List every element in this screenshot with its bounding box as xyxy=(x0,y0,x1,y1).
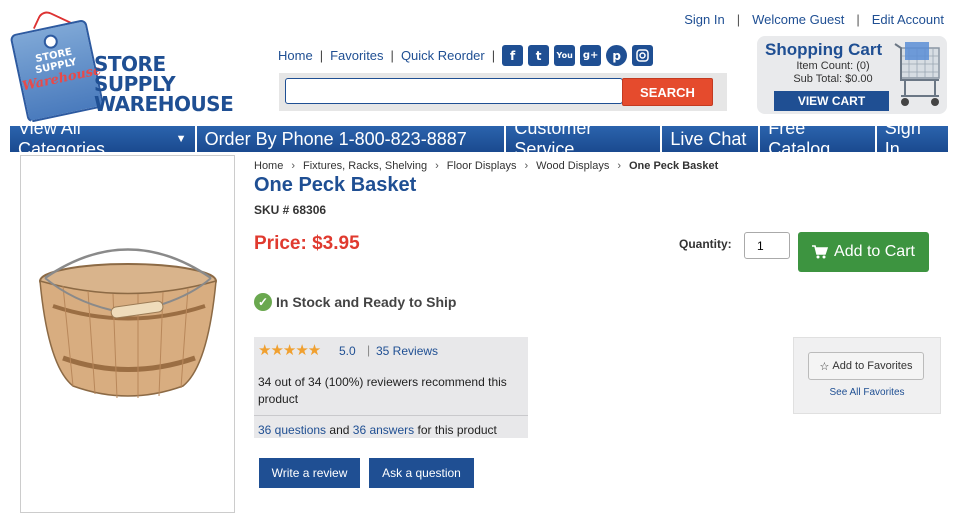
breadcrumb-current: One Peck Basket xyxy=(629,160,719,172)
chevron-right-icon: › xyxy=(291,160,296,172)
secondary-nav: Home | Favorites | Quick Reorder | f t Y… xyxy=(278,45,654,66)
shopping-cart-widget: Shopping Cart Item Count: (0) Sub Total:… xyxy=(757,36,947,114)
favorites-link[interactable]: Favorites xyxy=(330,48,383,63)
order-by-phone[interactable]: Order By Phone 1-800-823-8887 xyxy=(196,126,505,152)
view-cart-button[interactable]: VIEW CART xyxy=(774,91,889,111)
qa-and: and xyxy=(329,423,350,437)
customer-service-link[interactable]: Customer Service xyxy=(506,118,661,159)
basket-image xyxy=(39,248,217,399)
quantity-input[interactable] xyxy=(744,232,790,259)
add-to-cart-label: Add to Cart xyxy=(834,243,915,260)
separator: | xyxy=(491,48,496,63)
googleplus-icon[interactable]: g+ xyxy=(580,45,602,66)
pinterest-icon[interactable]: p xyxy=(606,45,628,66)
logo-name-line2: WAREHOUSE xyxy=(94,92,234,116)
cart-icon xyxy=(812,245,829,259)
cart-item-count: Item Count: (0) xyxy=(796,60,870,72)
product-title: One Peck Basket xyxy=(254,174,417,196)
view-all-categories-menu[interactable]: View All Categories ▼ xyxy=(10,118,195,159)
qa-summary: 36 questions and 36 answers for this pro… xyxy=(258,423,497,437)
divider xyxy=(254,415,528,416)
site-logo[interactable]: STORE SUPPLY Warehouse STORE SUPPLY WARE… xyxy=(9,8,238,124)
checkmark-icon: ✓ xyxy=(254,293,272,311)
add-to-cart-button[interactable]: Add to Cart xyxy=(798,232,929,272)
facebook-icon[interactable]: f xyxy=(502,45,524,66)
see-all-favorites-link[interactable]: See All Favorites xyxy=(794,387,940,398)
search-bar: SEARCH xyxy=(279,73,727,111)
twitter-icon[interactable]: t xyxy=(528,45,550,66)
product-sku: SKU # 68306 xyxy=(254,203,327,217)
separator: | xyxy=(736,12,741,27)
breadcrumb-wood-displays[interactable]: Wood Displays xyxy=(536,160,609,172)
add-to-favorites-button[interactable]: ☆ Add to Favorites xyxy=(808,352,924,380)
favorites-panel: ☆ Add to Favorites See All Favorites xyxy=(793,337,941,414)
write-review-button[interactable]: Write a review xyxy=(259,458,360,488)
logo-name-line1: STORE SUPPLY xyxy=(94,52,176,96)
search-input[interactable] xyxy=(285,78,623,104)
live-chat-link[interactable]: Live Chat xyxy=(662,126,759,152)
recommend-text: 34 out of 34 (100%) reviewers recommend … xyxy=(258,375,507,406)
quick-reorder-link[interactable]: Quick Reorder xyxy=(401,48,485,63)
nav-sign-in-link[interactable]: Sign In xyxy=(876,118,948,159)
add-to-favorites-label: Add to Favorites xyxy=(832,360,913,372)
categories-label: View All Categories xyxy=(18,118,106,159)
main-nav-bar: View All Categories ▼ Order By Phone 1-8… xyxy=(10,118,948,159)
quantity-label: Quantity: xyxy=(679,237,732,251)
breadcrumb-floor-displays[interactable]: Floor Displays xyxy=(447,160,517,172)
top-links: Sign In | Welcome Guest | Edit Account xyxy=(684,12,944,27)
cart-title[interactable]: Shopping Cart xyxy=(765,40,882,60)
top-sign-in-link[interactable]: Sign In xyxy=(684,12,724,27)
cart-subtotal: Sub Total: $0.00 xyxy=(793,73,873,85)
answers-link[interactable]: 36 answers xyxy=(353,423,414,437)
star-rating-icon: ★★★★★ xyxy=(258,342,321,359)
separator: | xyxy=(856,12,860,27)
rating-value[interactable]: 5.0 xyxy=(339,344,356,358)
logo-name: STORE SUPPLY WAREHOUSE xyxy=(94,54,238,114)
chevron-right-icon: › xyxy=(617,160,621,172)
reviews-summary: ★★★★★ 5.0 | 35 Reviews 34 out of 34 (100… xyxy=(254,337,528,438)
social-links: f t You g+ p xyxy=(502,45,654,66)
qa-suffix: for this product xyxy=(417,423,497,437)
instagram-icon[interactable] xyxy=(632,45,654,66)
search-button[interactable]: SEARCH xyxy=(622,78,713,106)
breadcrumb-fixtures[interactable]: Fixtures, Racks, Shelving xyxy=(303,160,427,172)
star-outline-icon: ☆ xyxy=(819,360,830,373)
home-link[interactable]: Home xyxy=(278,48,313,63)
edit-account-link[interactable]: Edit Account xyxy=(872,12,944,27)
product-image-panel[interactable] xyxy=(20,155,235,513)
chevron-right-icon: › xyxy=(524,160,529,172)
stock-status: ✓ In Stock and Ready to Ship xyxy=(254,293,456,311)
ask-question-button[interactable]: Ask a question xyxy=(369,458,474,488)
separator: | xyxy=(319,48,324,63)
youtube-icon[interactable]: You xyxy=(554,45,576,66)
breadcrumb: Home › Fixtures, Racks, Shelving › Floor… xyxy=(254,160,718,172)
tag-hole xyxy=(42,33,60,50)
stock-text: In Stock and Ready to Ship xyxy=(276,294,457,310)
breadcrumb-home[interactable]: Home xyxy=(254,160,283,172)
chevron-right-icon: › xyxy=(435,160,439,172)
logo-tag: STORE SUPPLY Warehouse xyxy=(9,18,105,124)
reviews-count-link[interactable]: 35 Reviews xyxy=(376,344,438,358)
product-price: Price: $3.95 xyxy=(254,233,360,254)
free-catalog-link[interactable]: Free Catalog xyxy=(760,118,875,159)
questions-link[interactable]: 36 questions xyxy=(258,423,326,437)
shopping-cart-icon xyxy=(894,42,940,106)
welcome-guest-link[interactable]: Welcome Guest xyxy=(752,12,844,27)
separator: | xyxy=(367,343,371,357)
separator: | xyxy=(390,48,394,63)
chevron-down-icon: ▼ xyxy=(175,133,187,145)
